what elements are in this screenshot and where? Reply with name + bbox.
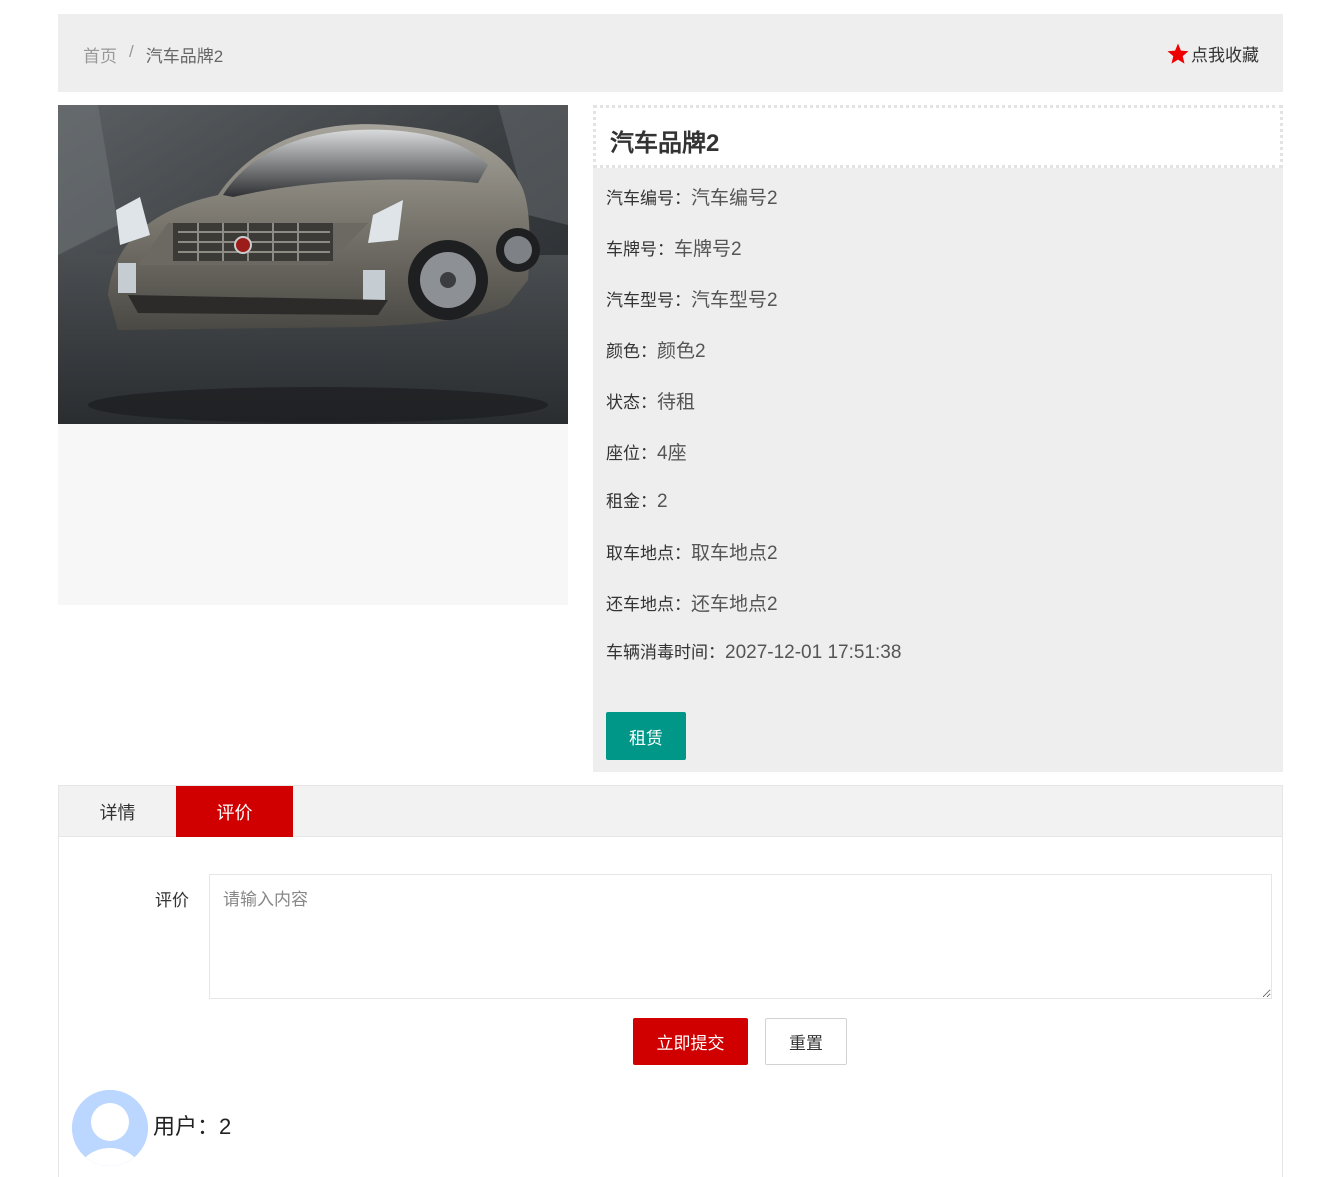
review-item: 用户：2	[72, 1090, 231, 1166]
comment-label: 评价	[155, 891, 189, 910]
field-value: 2027-12-01 17:51:38	[725, 642, 902, 663]
tab-bar: 详情 评价	[59, 786, 1282, 837]
field-value: 4座	[657, 443, 687, 464]
review-user: 用户：2	[153, 1114, 232, 1139]
info-row-pickup: 取车地点：取车地点2	[606, 538, 778, 565]
car-title: 汽车品牌2	[593, 105, 1283, 168]
tab-details[interactable]: 详情	[59, 786, 176, 837]
field-label: 颜色：	[606, 342, 657, 361]
field-label: 取车地点：	[606, 544, 691, 563]
car-gallery	[58, 105, 568, 605]
field-value: 待租	[657, 392, 696, 413]
car-info-panel: 汽车品牌2 汽车编号：汽车编号2 车牌号：车牌号2 汽车型号：汽车型号2 颜色：…	[593, 105, 1283, 772]
field-value: 2	[657, 491, 668, 512]
field-label: 汽车型号：	[606, 291, 691, 310]
field-value: 车牌号2	[674, 239, 742, 260]
tabs-card: 详情 评价 评价 立即提交 重置 用户：2	[58, 785, 1283, 1177]
submit-button[interactable]: 立即提交	[633, 1018, 748, 1065]
info-row-car-number: 汽车编号：汽车编号2	[606, 183, 778, 210]
info-row-plate: 车牌号：车牌号2	[606, 234, 742, 261]
info-row-color: 颜色：颜色2	[606, 336, 706, 363]
field-label: 座位：	[606, 444, 657, 463]
info-row-status: 状态：待租	[606, 387, 695, 414]
field-value: 汽车编号2	[691, 188, 778, 209]
field-label: 还车地点：	[606, 595, 691, 614]
user-avatar-icon	[72, 1090, 148, 1166]
info-row-rent: 租金：2	[606, 487, 668, 513]
info-row-disinfection: 车辆消毒时间：2027-12-01 17:51:38	[606, 638, 901, 664]
field-value: 颜色2	[657, 341, 706, 362]
field-label: 状态：	[606, 393, 657, 412]
field-label: 车牌号：	[606, 240, 674, 259]
info-row-return: 还车地点：还车地点2	[606, 589, 778, 616]
breadcrumb-current: 汽车品牌2	[145, 47, 224, 66]
field-value: 取车地点2	[691, 543, 778, 564]
favorite-button[interactable]: 点我收藏	[1166, 41, 1259, 66]
breadcrumb-separator: /	[129, 42, 134, 61]
breadcrumb-bar: 首页 / 汽车品牌2 点我收藏	[58, 14, 1283, 92]
favorite-label: 点我收藏	[1191, 46, 1259, 65]
car-photo	[58, 105, 568, 424]
breadcrumb-home-link[interactable]: 首页	[83, 42, 117, 67]
info-row-seats: 座位：4座	[606, 438, 687, 465]
tab-reviews[interactable]: 评价	[176, 786, 293, 837]
field-label: 汽车编号：	[606, 189, 691, 208]
reset-button[interactable]: 重置	[765, 1018, 847, 1065]
field-label: 车辆消毒时间：	[606, 643, 725, 662]
breadcrumb: 首页 / 汽车品牌2	[83, 42, 223, 67]
star-icon	[1167, 43, 1189, 64]
field-value: 还车地点2	[691, 594, 778, 615]
avatar	[72, 1090, 148, 1166]
rent-button[interactable]: 租赁	[606, 712, 686, 760]
field-value: 汽车型号2	[691, 290, 778, 311]
comment-textarea[interactable]	[209, 874, 1272, 999]
field-label: 租金：	[606, 492, 657, 511]
info-row-model: 汽车型号：汽车型号2	[606, 285, 778, 312]
